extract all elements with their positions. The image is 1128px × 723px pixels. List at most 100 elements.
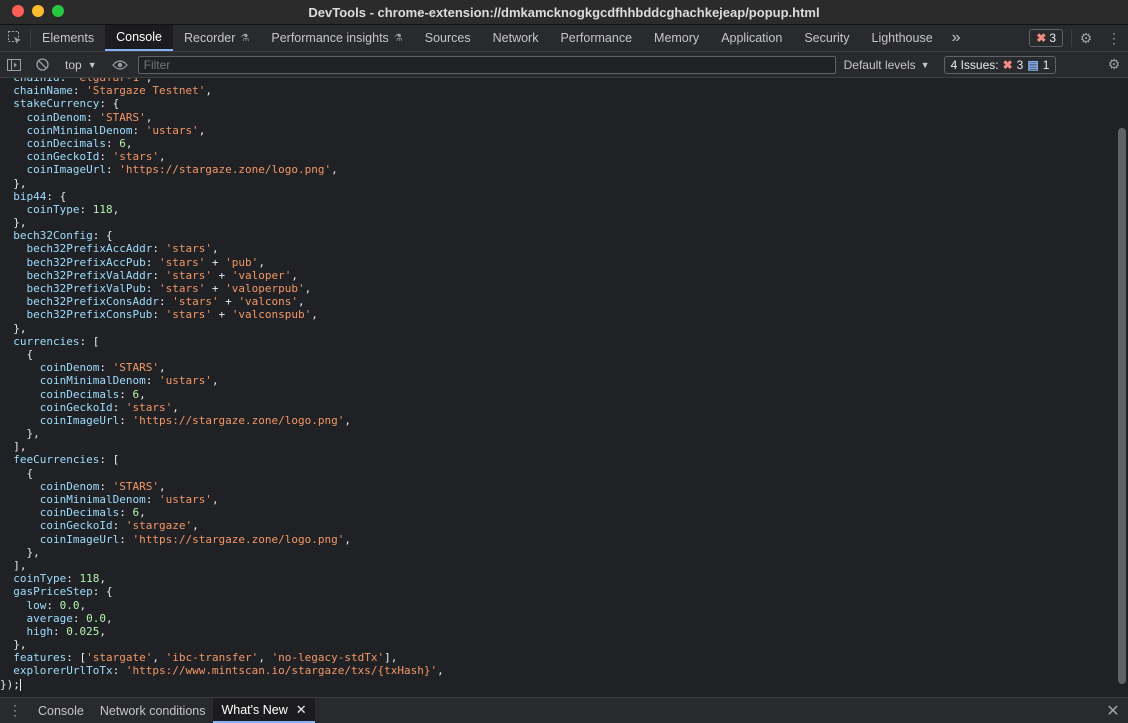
code-line: coinType: 118,: [0, 572, 444, 585]
object-key: coinImageUrl: [0, 163, 106, 177]
issues-button[interactable]: 4 Issues: ✖ 3 ▤ 1: [943, 55, 1057, 74]
object-key: bech32PrefixAccPub: [0, 255, 146, 269]
punctuation: :: [145, 374, 159, 388]
tab-application[interactable]: Application: [710, 25, 793, 51]
console-scrollbar[interactable]: [1116, 78, 1128, 696]
object-key: coinDecimals: [0, 506, 120, 520]
code-line: chainName: 'Stargaze Testnet',: [0, 84, 444, 97]
tab-network[interactable]: Network: [482, 25, 550, 51]
drawer-tab-what-s-new[interactable]: What's New ✕: [213, 698, 315, 723]
text-caret: [19, 678, 21, 691]
drawer-tab-network-conditions[interactable]: Network conditions: [92, 698, 214, 723]
code-line: currencies: [: [0, 335, 444, 348]
punctuation: : {: [92, 585, 113, 599]
zoom-window-button[interactable]: [52, 5, 64, 17]
code-line: coinImageUrl: 'https://stargaze.zone/log…: [0, 533, 444, 546]
punctuation: ,: [198, 123, 206, 137]
object-key: average: [0, 611, 73, 625]
punctuation: :: [119, 506, 133, 520]
scrollbar-thumb[interactable]: [1118, 128, 1126, 684]
object-key: currencies: [0, 334, 80, 348]
punctuation: :: [46, 598, 60, 612]
string-value: 'ustars': [158, 374, 212, 388]
code-line: {: [0, 348, 444, 361]
code-line: coinDenom: 'STARS',: [0, 361, 444, 374]
inspect-icon[interactable]: [0, 25, 30, 51]
tab-console[interactable]: Console: [105, 25, 173, 51]
tab-lighthouse[interactable]: Lighthouse: [861, 25, 944, 51]
object-key: bech32PrefixConsAddr: [0, 295, 159, 309]
window-controls: [12, 5, 64, 17]
punctuation: },: [0, 427, 40, 441]
sidebar-toggle-icon[interactable]: [0, 58, 28, 71]
window-title: DevTools - chrome-extension://dmkamcknog…: [308, 4, 820, 20]
punctuation: ,: [152, 651, 166, 665]
object-key: explorerUrlToTx: [0, 664, 113, 678]
error-count-badge[interactable]: ✖ 3: [1029, 29, 1063, 47]
context-selector[interactable]: top ▼: [57, 58, 105, 72]
gear-icon[interactable]: ⚙: [1072, 25, 1100, 51]
filter-input[interactable]: [137, 55, 836, 74]
object-key: low: [0, 598, 47, 612]
string-value: 'stargate': [86, 651, 153, 665]
eye-icon[interactable]: [106, 59, 134, 70]
punctuation: ,: [258, 255, 265, 269]
punctuation: :: [105, 136, 120, 150]
tab-security[interactable]: Security: [793, 25, 860, 51]
main-tab-bar: Elements Console Recorder ⚗ Performance insi…: [0, 25, 1128, 52]
string-value: 'stars': [158, 282, 206, 295]
punctuation: ,: [105, 611, 113, 625]
punctuation: :: [112, 400, 126, 414]
punctuation: ,: [437, 664, 444, 678]
object-key: bech32PrefixValPub: [0, 282, 146, 295]
punctuation: +: [218, 295, 239, 309]
punctuation: :: [145, 282, 159, 295]
console-output[interactable]: chainId: 'elgafar-1', chainName: 'Starga…: [0, 78, 1116, 696]
string-value: 'valconspub': [231, 308, 312, 322]
string-value: 'stars': [172, 295, 219, 309]
kebab-menu-icon[interactable]: ⋮: [1100, 25, 1128, 51]
tab-sources[interactable]: Sources: [414, 25, 482, 51]
tab-label: Sources: [424, 31, 471, 45]
code-line: ],: [0, 559, 444, 572]
object-key: bech32Config: [0, 229, 93, 243]
tab-label: Elements: [42, 31, 95, 45]
string-value: 'stars': [158, 255, 206, 269]
object-key: coinGeckoId: [0, 150, 100, 164]
tab-label: Network: [492, 31, 539, 45]
punctuation: ,: [158, 361, 166, 375]
number-value: 0.0: [86, 611, 106, 625]
kebab-menu-icon[interactable]: ⋮: [0, 698, 30, 723]
punctuation: : [: [99, 453, 120, 467]
drawer-spacer: [315, 698, 1098, 723]
code-line: {: [0, 467, 444, 480]
tab-performance-insights[interactable]: Performance insights ⚗: [260, 25, 413, 51]
close-icon[interactable]: ✕: [1098, 698, 1128, 723]
log-levels-dropdown[interactable]: Default levels ▼: [844, 58, 930, 72]
punctuation: :: [145, 255, 159, 269]
close-icon[interactable]: ✕: [296, 702, 307, 718]
tab-label: Recorder: [183, 31, 236, 45]
clear-console-icon[interactable]: [28, 58, 56, 71]
punctuation: :: [145, 493, 159, 506]
code-line: coinImageUrl: 'https://stargaze.zone/log…: [0, 163, 444, 176]
log-levels-label: Default levels: [843, 57, 916, 72]
code-line: stakeCurrency: {: [0, 97, 444, 110]
punctuation: :: [52, 624, 67, 638]
close-window-button[interactable]: [12, 5, 24, 17]
issues-label: 4 Issues:: [950, 57, 999, 72]
tab-elements[interactable]: Elements: [31, 25, 105, 51]
tab-performance[interactable]: Performance: [549, 25, 643, 51]
minimize-window-button[interactable]: [32, 5, 44, 17]
punctuation: ,: [344, 532, 352, 546]
tab-label: Performance: [560, 31, 633, 45]
tab-memory[interactable]: Memory: [643, 25, 710, 51]
punctuation: : [: [79, 334, 100, 348]
dropdown-arrow-icon: ▼: [920, 59, 930, 70]
tab-recorder[interactable]: Recorder ⚗: [173, 25, 260, 51]
code-line: average: 0.0,: [0, 612, 444, 625]
punctuation: ,: [139, 387, 146, 401]
overflow-chevron-icon[interactable]: »: [944, 25, 969, 51]
drawer-tab-console[interactable]: Console: [30, 698, 92, 723]
gear-icon[interactable]: ⚙: [1100, 56, 1128, 73]
